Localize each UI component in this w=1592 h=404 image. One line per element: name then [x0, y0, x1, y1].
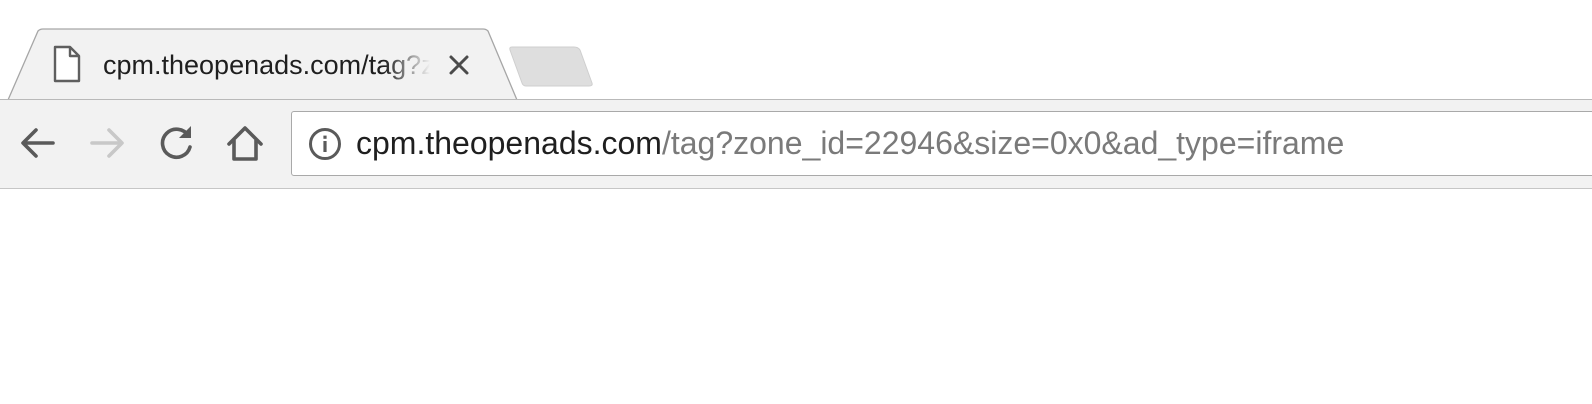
url-text[interactable]: cpm.theopenads.com/tag?zone_id=22946&siz…	[356, 123, 1344, 163]
address-bar[interactable]: cpm.theopenads.com/tag?zone_id=22946&siz…	[291, 111, 1592, 176]
tab-title[interactable]: cpm.theopenads.com/tag?zone_id=22946&siz…	[103, 46, 430, 86]
page-content	[0, 190, 1592, 404]
reload-icon[interactable]	[153, 120, 199, 166]
page-icon	[53, 45, 81, 83]
new-tab-icon[interactable]	[508, 45, 594, 88]
url-host: cpm.theopenads.com	[356, 125, 662, 161]
close-icon[interactable]	[445, 51, 473, 79]
browser-window: cpm.theopenads.com/tag?zone_id=22946&siz…	[0, 0, 1592, 404]
home-icon[interactable]	[222, 120, 268, 166]
info-icon[interactable]	[308, 127, 342, 161]
toolbar: cpm.theopenads.com/tag?zone_id=22946&siz…	[0, 100, 1592, 189]
tab-strip: cpm.theopenads.com/tag?zone_id=22946&siz…	[0, 0, 1592, 101]
forward-arrow-icon[interactable]	[84, 120, 130, 166]
url-path: /tag?zone_id=22946&size=0x0&ad_type=ifra…	[661, 125, 1345, 161]
back-arrow-icon[interactable]	[15, 120, 61, 166]
